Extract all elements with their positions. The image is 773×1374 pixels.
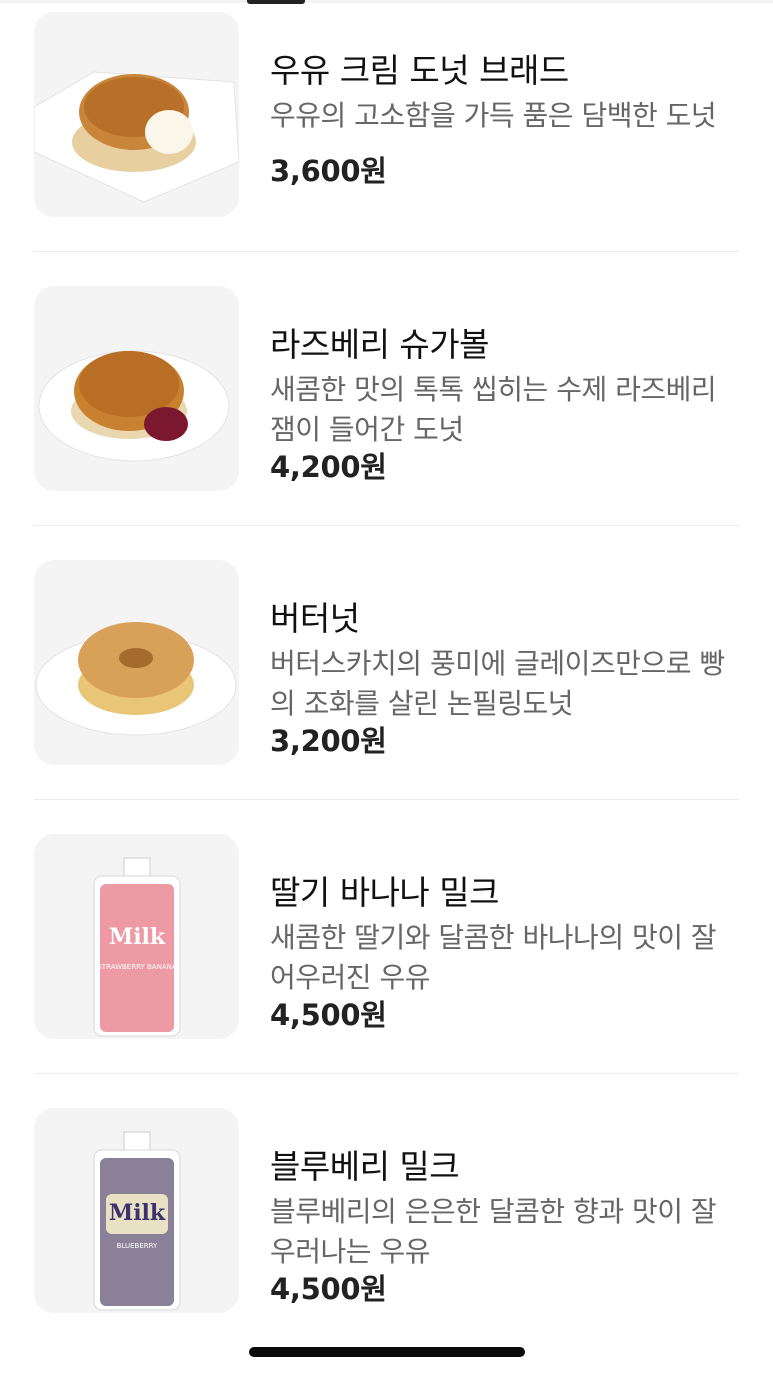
product-price: 3,200원 bbox=[270, 724, 387, 758]
divider bbox=[34, 525, 739, 526]
product-description: 새콤한 딸기와 달콤한 바나나의 맛이 잘 어우러진 우유 bbox=[270, 921, 717, 994]
product-image-milk-cream-donut bbox=[34, 12, 239, 217]
product-name: 라즈베리 슈가볼 bbox=[270, 325, 490, 364]
product-name: 딸기 바나나 밀크 bbox=[270, 873, 500, 912]
product-image-blueberry-milk: Milk BLUEBERRY bbox=[34, 1108, 239, 1313]
pack-brand-text: Milk bbox=[109, 924, 166, 950]
product-item-blueberry-milk[interactable]: Milk BLUEBERRY 블루베리 밀크 블루베리의 은은한 달콤한 향과 … bbox=[0, 1096, 773, 1370]
product-description: 블루베리의 은은한 달콤한 향과 맛이 잘 우러나는 우유 bbox=[270, 1195, 717, 1268]
product-price: 4,500원 bbox=[270, 1272, 387, 1306]
product-item-raspberry-sugar-ball[interactable]: 라즈베리 슈가볼 새콤한 맛의 톡톡 씹히는 수제 라즈베리 잼이 들어간 도넛… bbox=[0, 274, 773, 548]
product-item-butternut[interactable]: 버터넛 버터스카치의 풍미에 글레이즈만으로 빵의 조화를 살린 논필링도넛 3… bbox=[0, 548, 773, 822]
product-image-strawberry-banana-milk: Milk STRAWBERRY BANANA bbox=[34, 834, 239, 1039]
product-description: 우유의 고소함을 가득 품은 담백한 도넛 bbox=[270, 99, 717, 132]
home-indicator[interactable] bbox=[249, 1347, 525, 1357]
product-price: 3,600원 bbox=[270, 154, 387, 188]
product-item-milk-cream-donut[interactable]: 우유 크림 도넛 브래드 우유의 고소함을 가득 품은 담백한 도넛 3,600… bbox=[0, 0, 773, 274]
product-name: 블루베리 밀크 bbox=[270, 1147, 460, 1186]
product-name: 버터넛 bbox=[270, 599, 360, 638]
divider bbox=[34, 1073, 739, 1074]
product-price: 4,200원 bbox=[270, 450, 387, 484]
pack-color bbox=[100, 884, 174, 1032]
divider bbox=[34, 251, 739, 252]
pack-flavor-text: STRAWBERRY BANANA bbox=[97, 963, 176, 971]
product-item-strawberry-banana-milk[interactable]: Milk STRAWBERRY BANANA 딸기 바나나 밀크 새콤한 딸기와… bbox=[0, 822, 773, 1096]
product-description: 버터스카치의 풍미에 글레이즈만으로 빵의 조화를 살린 논필링도넛 bbox=[270, 647, 725, 720]
pack-brand-text: Milk bbox=[109, 1200, 166, 1226]
product-name: 우유 크림 도넛 브래드 bbox=[270, 51, 569, 90]
product-image-raspberry-sugar-ball bbox=[34, 286, 239, 491]
product-price: 4,500원 bbox=[270, 998, 387, 1032]
product-image-butternut bbox=[34, 560, 239, 765]
pack-flavor-text: BLUEBERRY bbox=[117, 1242, 158, 1250]
divider bbox=[34, 799, 739, 800]
product-description: 새콤한 맛의 톡톡 씹히는 수제 라즈베리 잼이 들어간 도넛 bbox=[270, 373, 717, 446]
